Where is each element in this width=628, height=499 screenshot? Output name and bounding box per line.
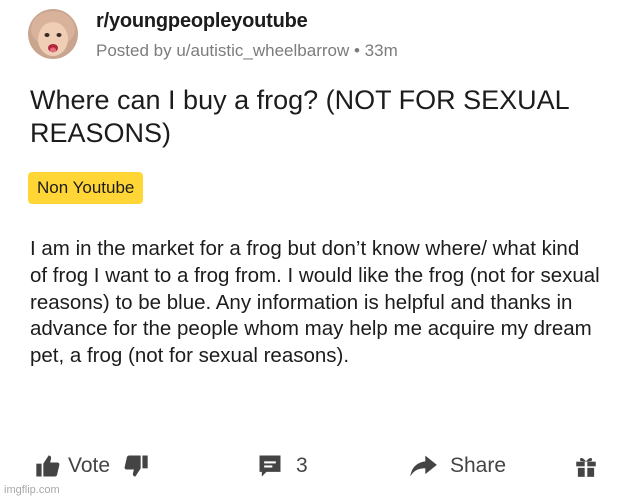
gift-icon [573, 453, 599, 479]
watermark: imgflip.com [4, 484, 60, 496]
post-age: 33m [364, 41, 398, 60]
comment-count: 3 [296, 454, 308, 477]
post-meta: Posted by u/autistic_wheelbarrow • 33m [96, 41, 398, 61]
avatar-image [28, 9, 78, 59]
share-button[interactable]: Share [408, 448, 506, 484]
comment-icon [256, 452, 284, 480]
post-body: I am in the market for a frog but don’t … [30, 237, 600, 368]
share-arrow-icon [408, 452, 438, 480]
award-button[interactable] [573, 448, 599, 484]
subreddit-name[interactable]: r/youngpeopleyoutube [96, 10, 308, 33]
vote-group: Vote [34, 448, 150, 484]
action-bar: Vote 3 Share [0, 448, 628, 484]
thumbs-up-icon[interactable] [34, 452, 62, 480]
thumbs-down-icon[interactable] [122, 452, 150, 480]
post-title[interactable]: Where can I buy a frog? (NOT FOR SEXUAL … [30, 84, 590, 150]
meta-separator: • [353, 41, 360, 60]
post-flair[interactable]: Non Youtube [28, 172, 144, 204]
share-label: Share [450, 454, 507, 477]
avatar[interactable] [28, 9, 78, 59]
vote-label: Vote [68, 454, 111, 477]
comments-button[interactable]: 3 [256, 448, 308, 484]
posted-by-author[interactable]: Posted by u/autistic_wheelbarrow [96, 41, 349, 60]
